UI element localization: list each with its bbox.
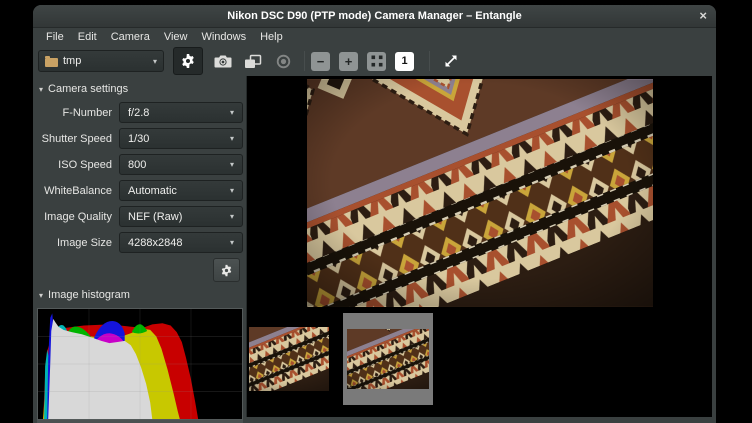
thumbnail-2-selected[interactable] xyxy=(343,313,433,405)
setting-row-white-balance: WhiteBalance Automatic ▾ xyxy=(36,180,243,201)
setting-row-shutter-speed: Shutter Speed 1/30 ▾ xyxy=(36,128,243,149)
session-folder-dropdown[interactable]: tmp ▾ xyxy=(38,50,164,72)
iso-speed-label: ISO Speed xyxy=(36,159,119,171)
gear-icon xyxy=(220,264,233,277)
f-number-label: F-Number xyxy=(36,107,119,119)
camera-settings-header[interactable]: ▾ Camera settings xyxy=(39,83,243,95)
image-quality-value: NEF (Raw) xyxy=(128,211,182,223)
window-title: Nikon DSC D90 (PTP mode) Camera Manager … xyxy=(227,10,521,22)
continuous-capture-button[interactable] xyxy=(238,48,268,74)
close-icon[interactable]: × xyxy=(699,7,707,25)
shutter-speed-dropdown[interactable]: 1/30 ▾ xyxy=(119,128,243,149)
menu-windows[interactable]: Windows xyxy=(194,30,253,44)
desktop: Nikon DSC D90 (PTP mode) Camera Manager … xyxy=(0,0,752,423)
capture-button[interactable] xyxy=(208,48,238,74)
camera-control-panel: ▾ Camera settings F-Number f/2.8 ▾ Shutt… xyxy=(33,76,246,417)
white-balance-value: Automatic xyxy=(128,185,177,197)
disclosure-triangle-icon: ▾ xyxy=(39,291,43,300)
thumbnail-1[interactable] xyxy=(249,327,329,391)
chevron-down-icon: ▾ xyxy=(230,160,234,169)
iso-speed-value: 800 xyxy=(128,159,146,171)
shutter-speed-label: Shutter Speed xyxy=(36,133,119,145)
white-balance-dropdown[interactable]: Automatic ▾ xyxy=(119,180,243,201)
iso-speed-dropdown[interactable]: 800 ▾ xyxy=(119,154,243,175)
image-viewport[interactable] xyxy=(247,76,712,307)
histogram-chart xyxy=(37,308,243,420)
image-histogram-header[interactable]: ▾ Image histogram xyxy=(39,289,243,301)
entangle-window: Nikon DSC D90 (PTP mode) Camera Manager … xyxy=(33,5,716,423)
menu-bar: File Edit Camera View Windows Help xyxy=(33,28,716,46)
image-size-value: 4288x2848 xyxy=(128,237,182,249)
fit-corners-icon xyxy=(371,55,383,67)
zoom-out-button[interactable]: − xyxy=(311,52,330,71)
zoom-in-button[interactable]: + xyxy=(339,52,358,71)
chevron-down-icon: ▾ xyxy=(230,238,234,247)
menu-file[interactable]: File xyxy=(39,30,71,44)
image-size-label: Image Size xyxy=(36,237,119,249)
toolbar: tmp ▾ xyxy=(33,46,716,76)
advanced-settings-button[interactable] xyxy=(213,258,240,282)
titlebar[interactable]: Nikon DSC D90 (PTP mode) Camera Manager … xyxy=(33,5,716,28)
normal-size-button[interactable]: 1 xyxy=(395,52,414,71)
menu-help[interactable]: Help xyxy=(253,30,290,44)
camera-icon xyxy=(214,54,232,68)
record-button[interactable] xyxy=(268,48,298,74)
image-quality-dropdown[interactable]: NEF (Raw) ▾ xyxy=(119,206,243,227)
image-quality-label: Image Quality xyxy=(36,211,119,223)
toolbar-separator xyxy=(429,51,430,71)
advanced-settings-row xyxy=(36,258,240,282)
chevron-down-icon: ▾ xyxy=(230,212,234,221)
menu-view[interactable]: View xyxy=(157,30,195,44)
chevron-down-icon: ▾ xyxy=(230,108,234,117)
folder-icon xyxy=(45,58,58,67)
chevron-down-icon: ▾ xyxy=(153,57,157,66)
chevron-down-icon: ▾ xyxy=(230,134,234,143)
multi-window-icon xyxy=(244,54,262,69)
menu-edit[interactable]: Edit xyxy=(71,30,104,44)
setting-row-image-size: Image Size 4288x2848 ▾ xyxy=(36,232,243,253)
f-number-value: f/2.8 xyxy=(128,107,149,119)
camera-settings-title: Camera settings xyxy=(48,83,128,95)
image-histogram-title: Image histogram xyxy=(48,289,130,301)
shutter-speed-value: 1/30 xyxy=(128,133,149,145)
toolbar-separator xyxy=(304,51,305,71)
thumbnail-2-image xyxy=(347,329,429,389)
setting-row-f-number: F-Number f/2.8 ▾ xyxy=(36,102,243,123)
diagonal-arrows-icon xyxy=(443,53,459,69)
image-viewer-area[interactable] xyxy=(246,76,712,417)
gear-icon xyxy=(180,53,196,69)
f-number-dropdown[interactable]: f/2.8 ▾ xyxy=(119,102,243,123)
record-circle-icon xyxy=(276,54,291,69)
setting-row-image-quality: Image Quality NEF (Raw) ▾ xyxy=(36,206,243,227)
thumbnail-strip xyxy=(247,313,712,405)
disclosure-triangle-icon: ▾ xyxy=(39,85,43,94)
content-area: ▾ Camera settings F-Number f/2.8 ▾ Shutt… xyxy=(33,76,716,417)
settings-toggle-button[interactable] xyxy=(173,47,203,75)
chevron-down-icon: ▾ xyxy=(230,186,234,195)
fullscreen-button[interactable] xyxy=(438,48,464,74)
session-folder-value: tmp xyxy=(63,55,81,67)
captured-photo xyxy=(307,79,653,307)
setting-row-iso-speed: ISO Speed 800 ▾ xyxy=(36,154,243,175)
white-balance-label: WhiteBalance xyxy=(36,185,119,197)
image-size-dropdown[interactable]: 4288x2848 ▾ xyxy=(119,232,243,253)
menu-camera[interactable]: Camera xyxy=(104,30,157,44)
best-fit-button[interactable] xyxy=(367,52,386,71)
